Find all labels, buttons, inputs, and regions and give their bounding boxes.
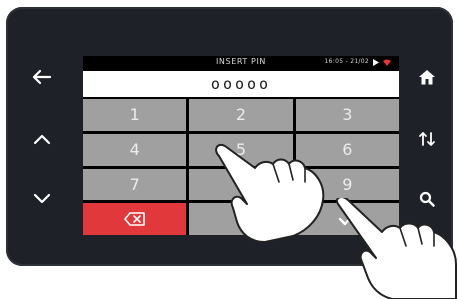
wifi-icon: [383, 59, 391, 66]
numeric-keypad: 1 2 3 4 5 6 7 8 9 0: [83, 99, 399, 235]
back-button[interactable]: [26, 61, 58, 93]
key-1[interactable]: 1: [83, 99, 187, 131]
pin-input[interactable]: ooooo: [83, 71, 399, 97]
scroll-down-button[interactable]: [26, 183, 58, 215]
chevron-down-icon: [33, 193, 51, 204]
chevron-up-icon: [33, 134, 51, 145]
scroll-up-button[interactable]: [26, 123, 58, 155]
home-button[interactable]: [411, 61, 443, 93]
key-7[interactable]: 7: [83, 168, 187, 201]
checkmark-icon: [339, 212, 356, 226]
key-0[interactable]: 0: [189, 203, 293, 235]
key-5[interactable]: 5: [189, 133, 293, 166]
confirm-key[interactable]: [295, 203, 399, 235]
status-bar: INSERT PIN 16:05 - 21/02: [83, 56, 399, 71]
home-icon: [419, 70, 435, 85]
key-9[interactable]: 9: [295, 168, 399, 201]
backspace-icon: [123, 212, 145, 226]
key-4[interactable]: 4: [83, 133, 187, 166]
search-icon: [419, 191, 435, 207]
delete-key[interactable]: [83, 203, 187, 235]
key-8[interactable]: 8: [189, 168, 293, 201]
sort-arrows-icon: [419, 132, 435, 146]
key-2[interactable]: 2: [189, 99, 293, 131]
back-arrow-icon: [32, 69, 52, 85]
key-3[interactable]: 3: [295, 99, 399, 131]
device-panel: INSERT PIN 16:05 - 21/02 ooooo 1 2 3 4 5…: [6, 7, 453, 266]
play-icon: [373, 59, 379, 66]
status-datetime: 16:05 - 21/02: [324, 58, 369, 65]
search-button[interactable]: [411, 183, 443, 215]
touch-screen: INSERT PIN 16:05 - 21/02 ooooo 1 2 3 4 5…: [83, 56, 399, 235]
sort-button[interactable]: [411, 123, 443, 155]
key-6[interactable]: 6: [295, 133, 399, 166]
